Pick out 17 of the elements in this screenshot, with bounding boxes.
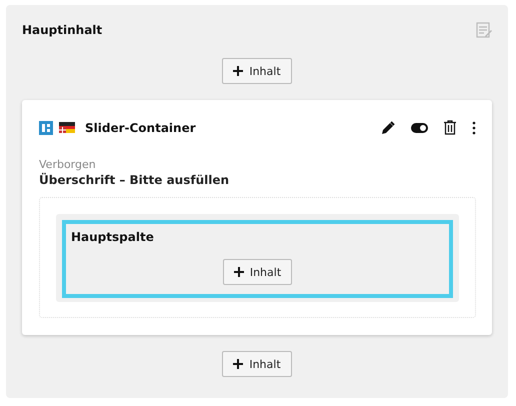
add-content-button[interactable]: Inhalt <box>222 351 292 377</box>
more-options-icon[interactable] <box>472 120 476 134</box>
hidden-status: Verborgen <box>39 158 97 171</box>
section-title: Hauptinhalt <box>22 23 102 37</box>
content-type-icon <box>39 120 53 134</box>
plus-icon <box>233 359 244 369</box>
plus-icon <box>234 267 244 277</box>
plus-icon <box>233 66 244 76</box>
element-heading: Überschrift – Bitte ausfüllen <box>39 173 230 187</box>
element-title: Slider-Container <box>85 120 197 134</box>
add-content-button[interactable]: Inhalt <box>222 58 292 84</box>
add-content-button[interactable]: Inhalt <box>222 259 292 285</box>
language-flag-icon <box>59 122 75 133</box>
toggle-icon[interactable] <box>411 122 428 132</box>
pencil-icon[interactable] <box>381 120 395 134</box>
trash-icon[interactable] <box>444 120 456 135</box>
column-title: Hauptspalte <box>71 230 155 244</box>
